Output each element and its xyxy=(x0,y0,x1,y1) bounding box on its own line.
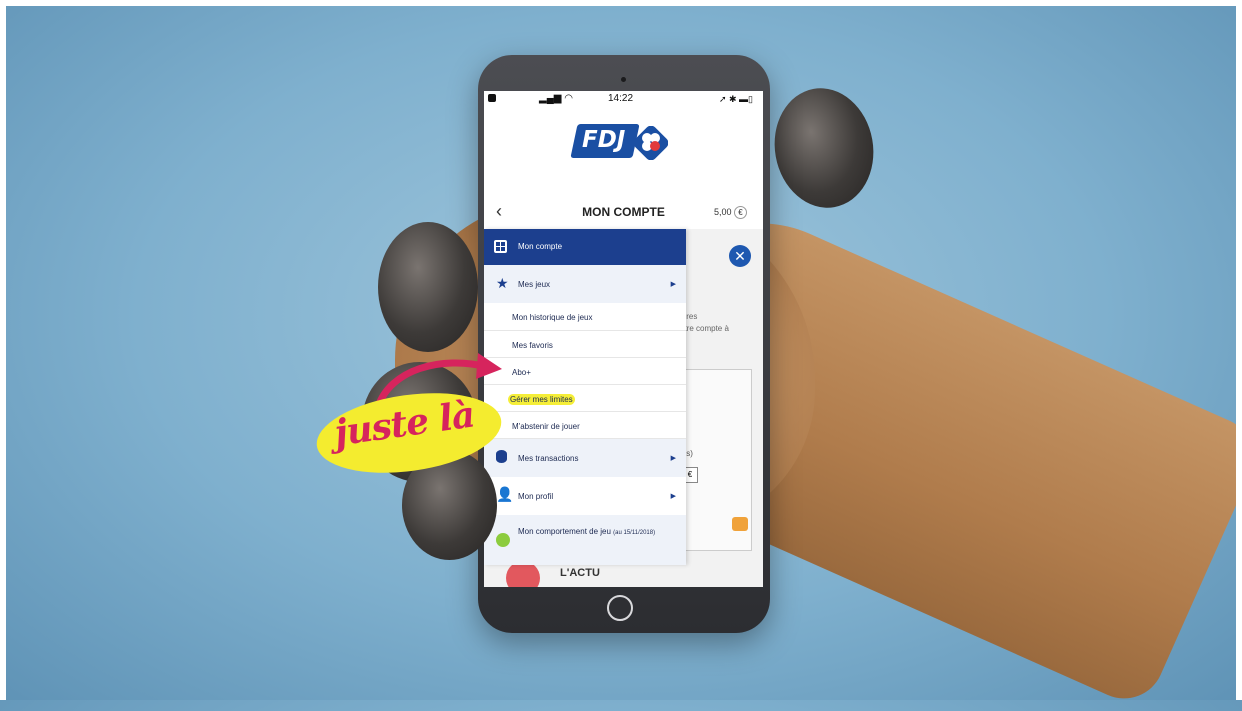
menu-item-label: Mon comportement de jeu (au 15/11/2018) xyxy=(518,527,656,536)
person-icon: 👤 xyxy=(496,486,514,502)
chevron-right-icon: ▶ xyxy=(670,493,676,500)
phone-screen: ▂▄▆ ◠ 14:22 ➚ ✱ ▬▯ FDJ ‹ MON COMPTE 5,00… xyxy=(484,91,763,587)
date-note: (au 15/11/2018) xyxy=(613,530,656,536)
paw-toe xyxy=(378,222,478,352)
menu-item-label: Abo+ xyxy=(512,368,531,377)
menu-item-mes-jeux[interactable]: ★ Mes jeux ▶ xyxy=(484,265,686,303)
menu-item-mon-compte[interactable]: Mon compte xyxy=(484,229,686,265)
balance-value: 5,00 xyxy=(713,207,732,217)
menu-item-label: Mon historique de jeux xyxy=(512,313,593,322)
home-button[interactable] xyxy=(607,595,633,621)
obscured-text: ières otre compte à xyxy=(680,312,729,333)
play-tag-icon[interactable] xyxy=(732,517,748,531)
status-bar: ▂▄▆ ◠ 14:22 ➚ ✱ ▬▯ xyxy=(484,91,763,109)
menu-item-label: M'abstenir de jouer xyxy=(512,422,580,431)
menu-item-label: Mon profil xyxy=(518,492,554,501)
actu-title[interactable]: L'ACTU xyxy=(560,567,600,579)
chevron-right-icon: ▶ xyxy=(670,281,676,288)
menu-item-abo-plus[interactable]: Abo+ xyxy=(484,358,686,385)
menu-item-historique[interactable]: Mon historique de jeux xyxy=(484,303,686,331)
menu-item-label: Mes favoris xyxy=(512,341,553,350)
phone-device: ▂▄▆ ◠ 14:22 ➚ ✱ ▬▯ FDJ ‹ MON COMPTE 5,00… xyxy=(478,55,770,633)
grid-icon xyxy=(494,240,507,253)
menu-item-comportement[interactable]: Mon comportement de jeu (au 15/11/2018) xyxy=(484,515,686,565)
coins-icon xyxy=(496,450,507,463)
signal-wifi-icon: ▂▄▆ ◠ xyxy=(539,93,573,104)
star-icon: ★ xyxy=(496,275,509,291)
highlighted-label: Gérer mes limites xyxy=(508,394,575,405)
logo-text: FDJ xyxy=(582,127,626,153)
account-balance[interactable]: 5,00 € xyxy=(714,206,747,219)
menu-item-label: Mes transactions xyxy=(518,454,579,463)
fdj-logo: FDJ xyxy=(570,124,684,164)
menu-item-transactions[interactable]: Mes transactions ▶ xyxy=(484,439,686,477)
status-time: 14:22 xyxy=(608,93,634,104)
status-dot-icon xyxy=(496,533,510,547)
close-icon[interactable]: ✕ xyxy=(729,245,751,267)
title-bar: ‹ MON COMPTE 5,00 € xyxy=(484,197,763,225)
menu-item-label: Mes jeux xyxy=(518,280,551,289)
menu-item-favoris[interactable]: Mes favoris xyxy=(484,331,686,358)
battery-icon: ➚ ✱ ▬▯ xyxy=(718,94,753,104)
side-menu: Mon compte ★ Mes jeux ▶ Mon historique d… xyxy=(484,229,686,565)
app-indicator-icon xyxy=(488,94,496,102)
menu-item-label: Mon compte xyxy=(518,242,563,251)
euro-icon: € xyxy=(734,206,747,219)
chevron-right-icon: ▶ xyxy=(670,455,676,462)
menu-item-abstenir[interactable]: M'abstenir de jouer xyxy=(484,412,686,439)
paw-toe xyxy=(765,80,883,216)
menu-item-profil[interactable]: 👤 Mon profil ▶ xyxy=(484,477,686,515)
menu-item-gerer-limites[interactable]: Gérer mes limites xyxy=(484,385,686,412)
front-camera xyxy=(621,77,626,82)
clover-icon xyxy=(634,126,668,160)
